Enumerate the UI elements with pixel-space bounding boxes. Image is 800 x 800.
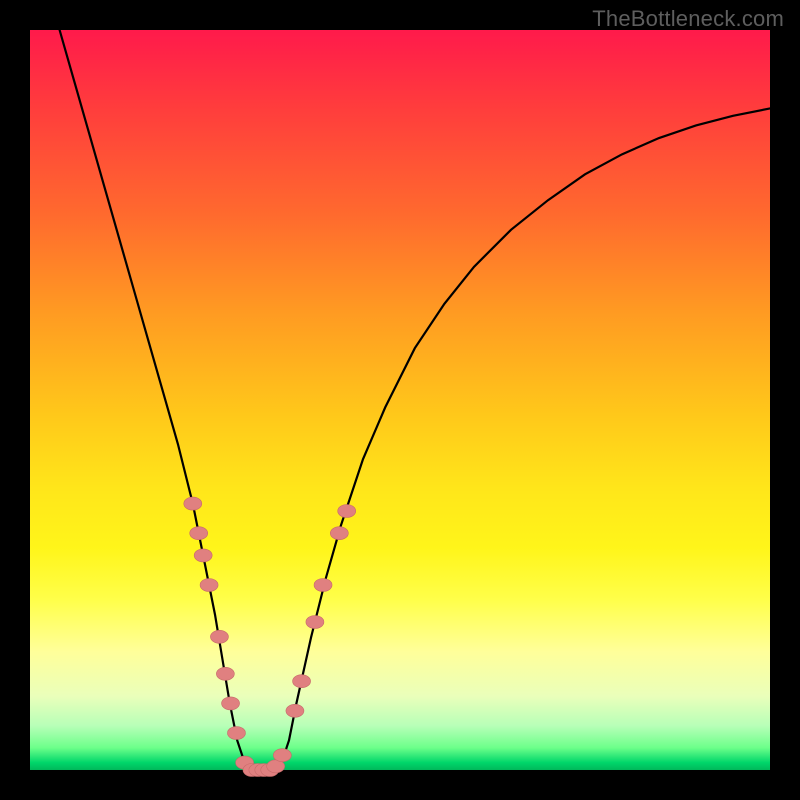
curve-layer [30, 30, 770, 770]
curve-marker [184, 497, 202, 510]
curve-marker [194, 549, 212, 562]
curve-marker [338, 505, 356, 518]
curve-marker [227, 727, 245, 740]
curve-marker [330, 527, 348, 540]
chart-frame: TheBottleneck.com [0, 0, 800, 800]
curve-marker [222, 697, 240, 710]
curve-marker [314, 579, 332, 592]
bottleneck-curve [60, 30, 770, 770]
curve-marker [210, 630, 228, 643]
curve-marker [216, 667, 234, 680]
plot-area [30, 30, 770, 770]
marker-group [184, 497, 356, 776]
curve-marker [293, 675, 311, 688]
curve-marker [190, 527, 208, 540]
watermark-text: TheBottleneck.com [592, 6, 784, 32]
curve-marker [306, 616, 324, 629]
curve-marker [286, 704, 304, 717]
curve-marker [200, 579, 218, 592]
curve-marker [273, 749, 291, 762]
